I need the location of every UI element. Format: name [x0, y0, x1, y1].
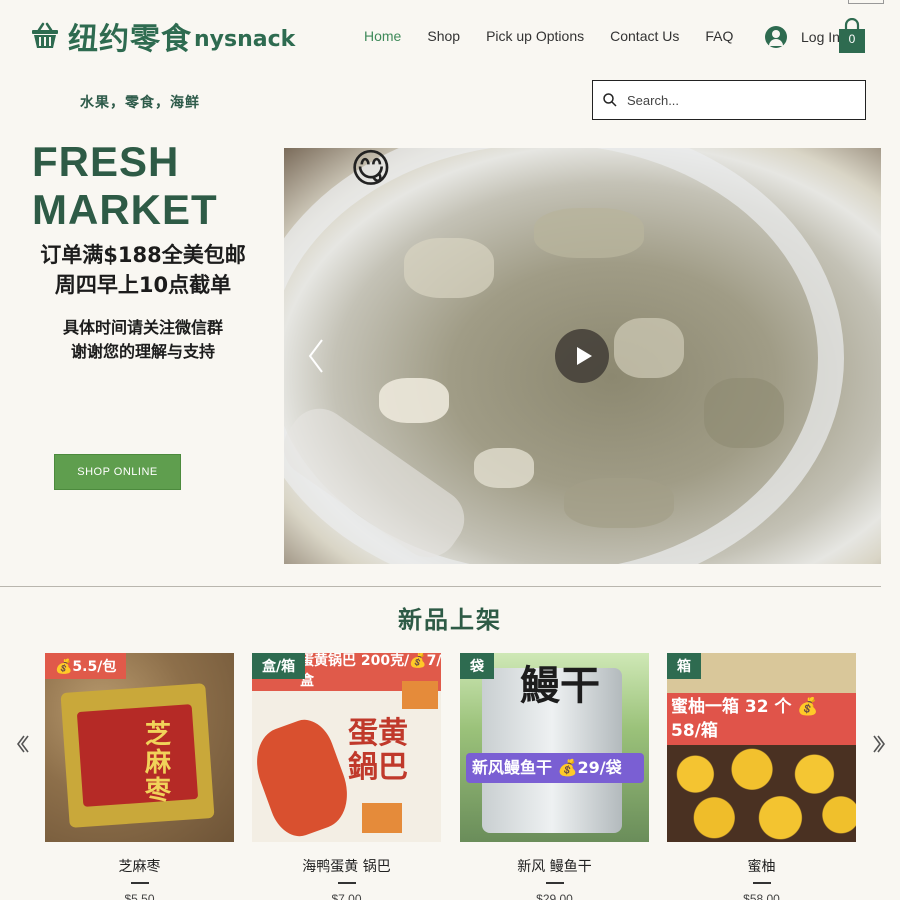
nav-home[interactable]: Home: [364, 28, 401, 44]
food-chunk: [704, 378, 784, 448]
hero-title-line2: MARKET: [32, 186, 218, 233]
product-image[interactable]: 芝麻枣 💰5.5/包: [45, 653, 234, 842]
brand-logo[interactable]: 纽约零食 nysnack: [30, 14, 295, 58]
product-price: $29.00: [536, 891, 573, 900]
section-divider: [0, 586, 881, 587]
login-label: Log In: [801, 29, 840, 45]
product-card[interactable]: 蛋黄锅巴 200克/💰7/盒 蛋黄 鍋巴 盒/箱 海鸭蛋黄 锅巴 $7.00: [252, 653, 441, 900]
food-chunk: [474, 448, 534, 488]
shop-online-button[interactable]: SHOP ONLINE: [54, 454, 181, 490]
food-chunk: [404, 238, 494, 298]
brand-name-cn: 纽约零食: [68, 22, 192, 57]
product-name[interactable]: 新风 鳗鱼干: [460, 856, 649, 876]
product-image[interactable]: 鰻干 新风鳗鱼干 💰29/袋 袋: [460, 653, 649, 842]
search-icon: [603, 93, 617, 107]
notice-line1: 具体时间请关注微信群: [62, 318, 223, 337]
yum-emoji: 😋: [350, 148, 392, 192]
notice-line2: 谢谢您的理解与支持: [70, 342, 215, 361]
tagline: 水果，零食，海鲜: [80, 95, 200, 111]
login-button[interactable]: Log In: [765, 26, 840, 48]
product-card[interactable]: 鰻干 新风鳗鱼干 💰29/袋 袋 新风 鳗鱼干 $29.00: [460, 653, 649, 900]
notice-text: 具体时间请关注微信群 谢谢您的理解与支持: [38, 316, 248, 364]
product-name[interactable]: 海鸭蛋黄 锅巴: [252, 856, 441, 876]
search-input[interactable]: [627, 92, 837, 108]
search-box[interactable]: [592, 80, 866, 120]
slider-next-icon[interactable]: [872, 732, 888, 756]
chevron-left-icon[interactable]: [306, 336, 326, 376]
hero-title: FRESH MARKET: [32, 138, 218, 234]
food-chunk: [379, 378, 449, 423]
nav-faq[interactable]: FAQ: [705, 28, 733, 44]
user-avatar-icon: [765, 26, 787, 48]
product-card[interactable]: 芝麻枣 💰5.5/包 芝麻枣 $5.50: [45, 653, 234, 900]
basket-icon: [32, 22, 58, 48]
promo-text: 订单满$188全美包邮 周四早上10点截单: [38, 240, 248, 300]
food-chunk: [534, 208, 644, 258]
product-name[interactable]: 芝麻枣: [45, 856, 234, 876]
nav-contact-us[interactable]: Contact Us: [610, 28, 679, 44]
unit-badge: 盒/箱: [252, 653, 306, 679]
play-button[interactable]: [555, 329, 609, 383]
food-chunk: [564, 478, 674, 528]
product-name[interactable]: 蜜柚: [667, 856, 856, 876]
nav-pickup-options[interactable]: Pick up Options: [486, 28, 584, 44]
product-image[interactable]: 蛋黄锅巴 200克/💰7/盒 蛋黄 鍋巴 盒/箱: [252, 653, 441, 842]
price-badge: 💰5.5/包: [45, 653, 127, 679]
cart-count: 0: [848, 32, 856, 46]
unit-badge: 袋: [460, 653, 494, 679]
unit-badge: 箱: [667, 653, 701, 679]
product-image[interactable]: 蜜柚一箱 32 个 💰 58/箱 箱: [667, 653, 856, 842]
product-price: $58.00: [743, 891, 780, 900]
main-nav: Home Shop Pick up Options Contact Us FAQ: [364, 28, 759, 44]
hero-video[interactable]: 😋: [284, 148, 881, 564]
product-price: $7.00: [331, 891, 362, 900]
slider-prev-icon[interactable]: [14, 732, 30, 756]
brand-name-en: nysnack: [194, 26, 296, 52]
product-overlay-text: 蜜柚一箱 32 个 💰 58/箱: [671, 697, 819, 741]
name-price-divider: [545, 882, 564, 884]
product-overlay-text: 新风鳗鱼干 💰29/袋: [472, 758, 622, 777]
product-card[interactable]: 蜜柚一箱 32 个 💰 58/箱 箱 蜜柚 $58.00: [667, 653, 856, 900]
new-arrivals-title: 新品上架: [398, 606, 502, 634]
product-price: $5.50: [124, 891, 155, 900]
name-price-divider: [752, 882, 771, 884]
cart-button[interactable]: 0: [838, 17, 866, 54]
hero-title-line1: FRESH: [32, 138, 180, 185]
top-edge-box: [848, 0, 884, 4]
food-chunk: [614, 318, 684, 378]
promo-line1: 订单满$188全美包邮: [40, 243, 246, 267]
name-price-divider: [337, 882, 356, 884]
promo-line2: 周四早上10点截单: [54, 273, 232, 297]
nav-shop[interactable]: Shop: [427, 28, 460, 44]
name-price-divider: [130, 882, 149, 884]
